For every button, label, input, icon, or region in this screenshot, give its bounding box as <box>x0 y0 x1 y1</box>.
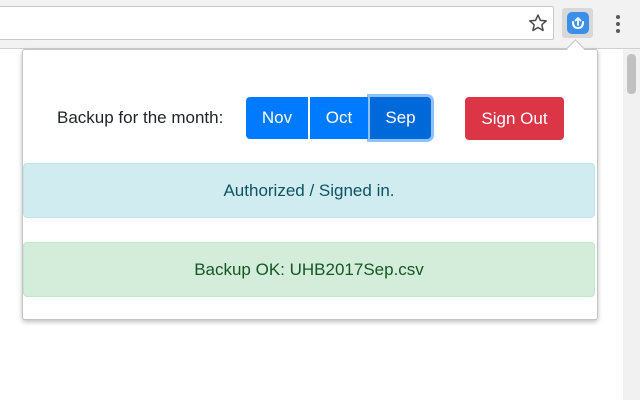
month-button-sep[interactable]: Sep <box>370 97 431 139</box>
status-auth-text: Authorized / Signed in. <box>223 180 395 200</box>
month-button-oct[interactable]: Oct <box>310 97 368 139</box>
kebab-menu-icon[interactable] <box>606 11 630 37</box>
extension-button[interactable] <box>562 8 593 38</box>
backup-month-label: Backup for the month: <box>57 108 224 127</box>
status-backup-text: Backup OK: UHB2017Sep.csv <box>194 259 424 279</box>
backup-extension-icon <box>566 12 589 34</box>
status-backup-alert: Backup OK: UHB2017Sep.csv <box>23 242 595 297</box>
page-scrollbar[interactable] <box>623 49 640 400</box>
star-icon[interactable] <box>527 12 549 34</box>
month-button-nov[interactable]: Nov <box>246 97 308 139</box>
status-auth-alert: Authorized / Signed in. <box>23 163 595 218</box>
scrollbar-thumb[interactable] <box>627 54 636 94</box>
month-button-group: Nov Oct Sep <box>246 97 431 139</box>
sign-out-button[interactable]: Sign Out <box>465 97 564 140</box>
address-bar[interactable] <box>0 6 554 40</box>
